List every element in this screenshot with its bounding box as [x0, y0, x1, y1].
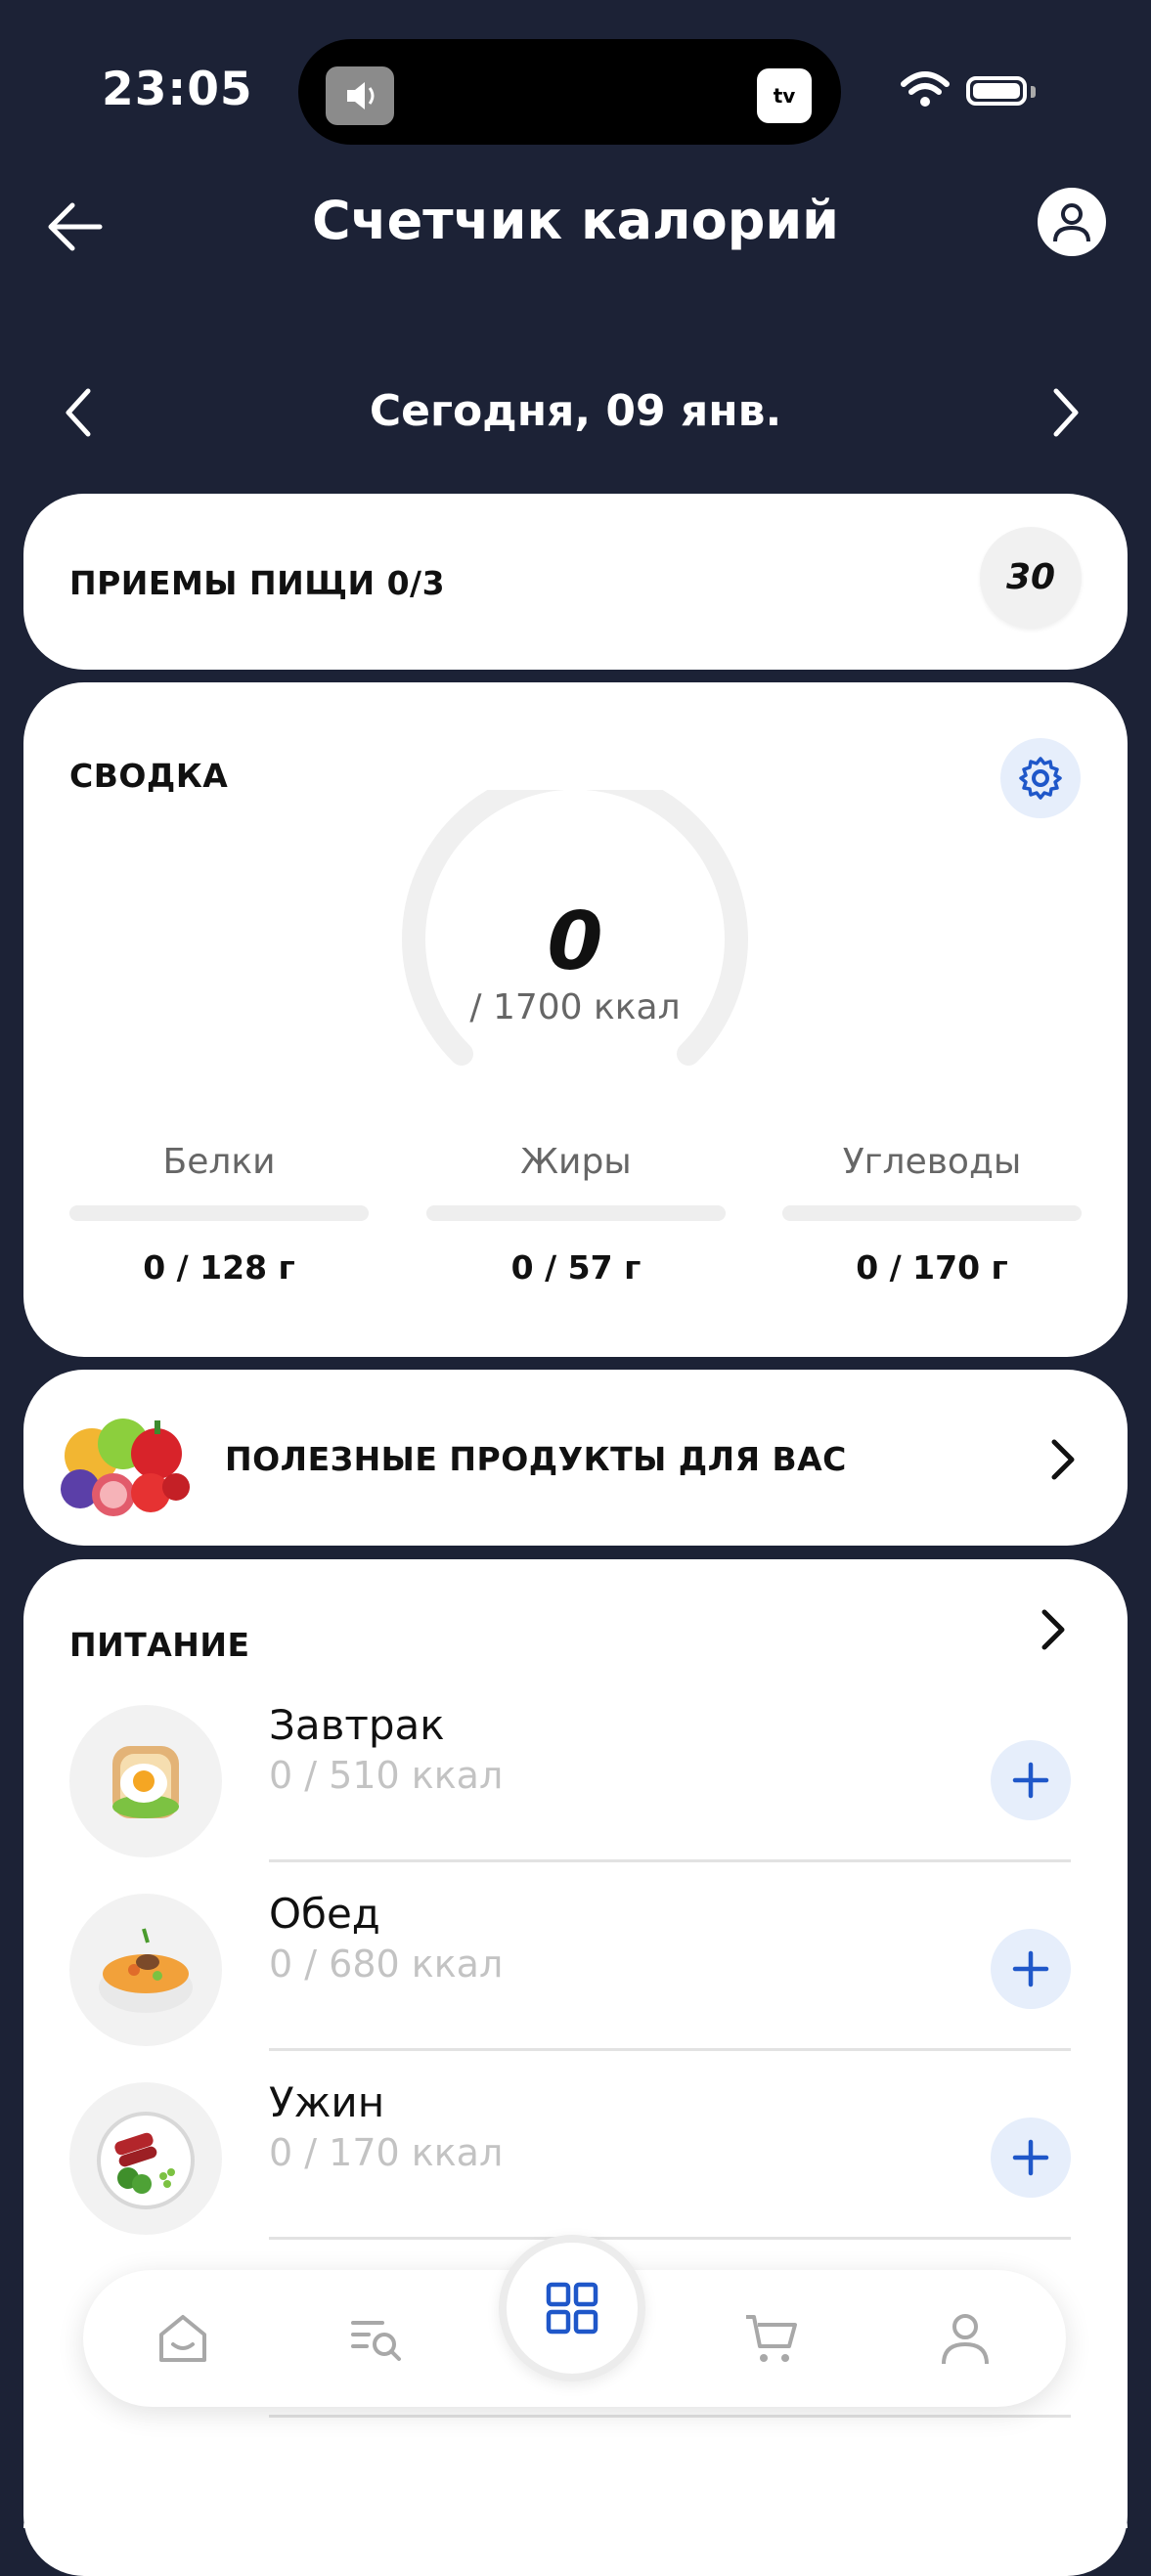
page-title: Счетчик калорий: [311, 190, 840, 251]
user-icon: [1053, 203, 1090, 242]
divider: [269, 1859, 1071, 1862]
battery-icon: [966, 76, 1027, 106]
meal-kcal: 0 / 510 ккал: [269, 1754, 504, 1797]
macro-name: Углеводы: [842, 1142, 1022, 1182]
chevron-right-icon[interactable]: [1039, 1608, 1068, 1651]
summary-card: СВОДКА 0 / 1700 ккал Белки 0 / 128 г Жир…: [23, 682, 1128, 1357]
breakfast-image: [69, 1705, 222, 1857]
healthy-foods-label: ПОЛЕЗНЫЕ ПРОДУКТЫ ДЛЯ ВАС: [225, 1440, 847, 1478]
macro-carbs: Углеводы 0 / 170 г: [782, 1142, 1082, 1287]
divider: [269, 2048, 1071, 2051]
macro-value: 0 / 128 г: [143, 1248, 295, 1287]
battery-tip: [1031, 86, 1036, 98]
healthy-foods-card[interactable]: ПОЛЕЗНЫЕ ПРОДУКТЫ ДЛЯ ВАС: [23, 1370, 1128, 1546]
plus-icon: [1012, 1950, 1049, 1987]
macro-name: Жиры: [520, 1142, 632, 1182]
plus-icon: [1012, 2139, 1049, 2176]
profile-icon: [942, 2314, 989, 2365]
calories-goal: / 1700 ккал: [469, 987, 681, 1027]
tab-profile[interactable]: [916, 2290, 1014, 2387]
wifi-icon: [900, 70, 951, 113]
lunch-image: [69, 1894, 222, 2046]
meals-counter-card[interactable]: ПРИЕМЫ ПИЩИ 0/3 30: [23, 494, 1128, 670]
tab-cart[interactable]: [723, 2290, 820, 2387]
calories-value: 0: [547, 895, 603, 988]
gear-icon: [1019, 757, 1062, 800]
tab-search[interactable]: [328, 2290, 425, 2387]
meals-counter-label: ПРИЕМЫ ПИЩИ 0/3: [69, 564, 446, 602]
meal-kcal: 0 / 170 ккал: [269, 2131, 504, 2174]
macro-name: Белки: [162, 1142, 276, 1182]
status-time: 23:05: [102, 63, 253, 116]
dinner-image: [69, 2082, 222, 2235]
chevron-right-icon: [1053, 388, 1079, 437]
add-breakfast-button[interactable]: [991, 1740, 1071, 1820]
date-label: Сегодня, 09 янв.: [369, 386, 782, 436]
meals-badge: 30: [980, 527, 1082, 629]
speaker-icon: [326, 66, 394, 125]
meal-row-breakfast[interactable]: Завтрак 0 / 510 ккал: [23, 1701, 1128, 1889]
meal-name: Ужин: [269, 2078, 385, 2126]
cart-icon: [746, 2315, 797, 2362]
tab-dashboard[interactable]: [499, 2235, 645, 2381]
fruits-image: [61, 1419, 190, 1516]
summary-label: СВОДКА: [69, 757, 229, 795]
meal-name: Обед: [269, 1890, 380, 1938]
dynamic-island: tv: [298, 39, 841, 145]
add-dinner-button[interactable]: [991, 2118, 1071, 2198]
profile-button[interactable]: [1038, 188, 1106, 256]
grid-icon: [546, 2282, 598, 2335]
macro-fat: Жиры 0 / 57 г: [426, 1142, 726, 1287]
meal-name: Завтрак: [269, 1701, 445, 1749]
macro-progress-bar: [782, 1205, 1082, 1221]
nutrition-label: ПИТАНИЕ: [69, 1626, 250, 1664]
macro-progress-bar: [69, 1205, 369, 1221]
apple-tv-icon: tv: [757, 68, 812, 123]
add-lunch-button[interactable]: [991, 1929, 1071, 2009]
divider: [269, 2237, 1071, 2240]
meal-kcal: 0 / 680 ккал: [269, 1943, 504, 1986]
nutrition-card: ПИТАНИЕ Завтрак 0 / 510 ккал Обед 0 / 68…: [23, 1559, 1128, 2576]
home-icon: [159, 2315, 206, 2362]
macro-protein: Белки 0 / 128 г: [69, 1142, 369, 1287]
plus-icon: [1012, 1762, 1049, 1799]
chevron-right-icon: [1051, 1439, 1075, 1480]
macro-value: 0 / 57 г: [510, 1248, 642, 1287]
macro-progress-bar: [426, 1205, 726, 1221]
search-list-icon: [351, 2321, 401, 2361]
next-day-button[interactable]: [1048, 387, 1084, 442]
divider: [269, 2415, 1071, 2418]
settings-button[interactable]: [1000, 738, 1081, 818]
tab-home[interactable]: [134, 2290, 232, 2387]
macro-value: 0 / 170 г: [856, 1248, 1008, 1287]
meal-row-lunch[interactable]: Обед 0 / 680 ккал: [23, 1890, 1128, 2077]
next-card-peek: [23, 2489, 1128, 2528]
